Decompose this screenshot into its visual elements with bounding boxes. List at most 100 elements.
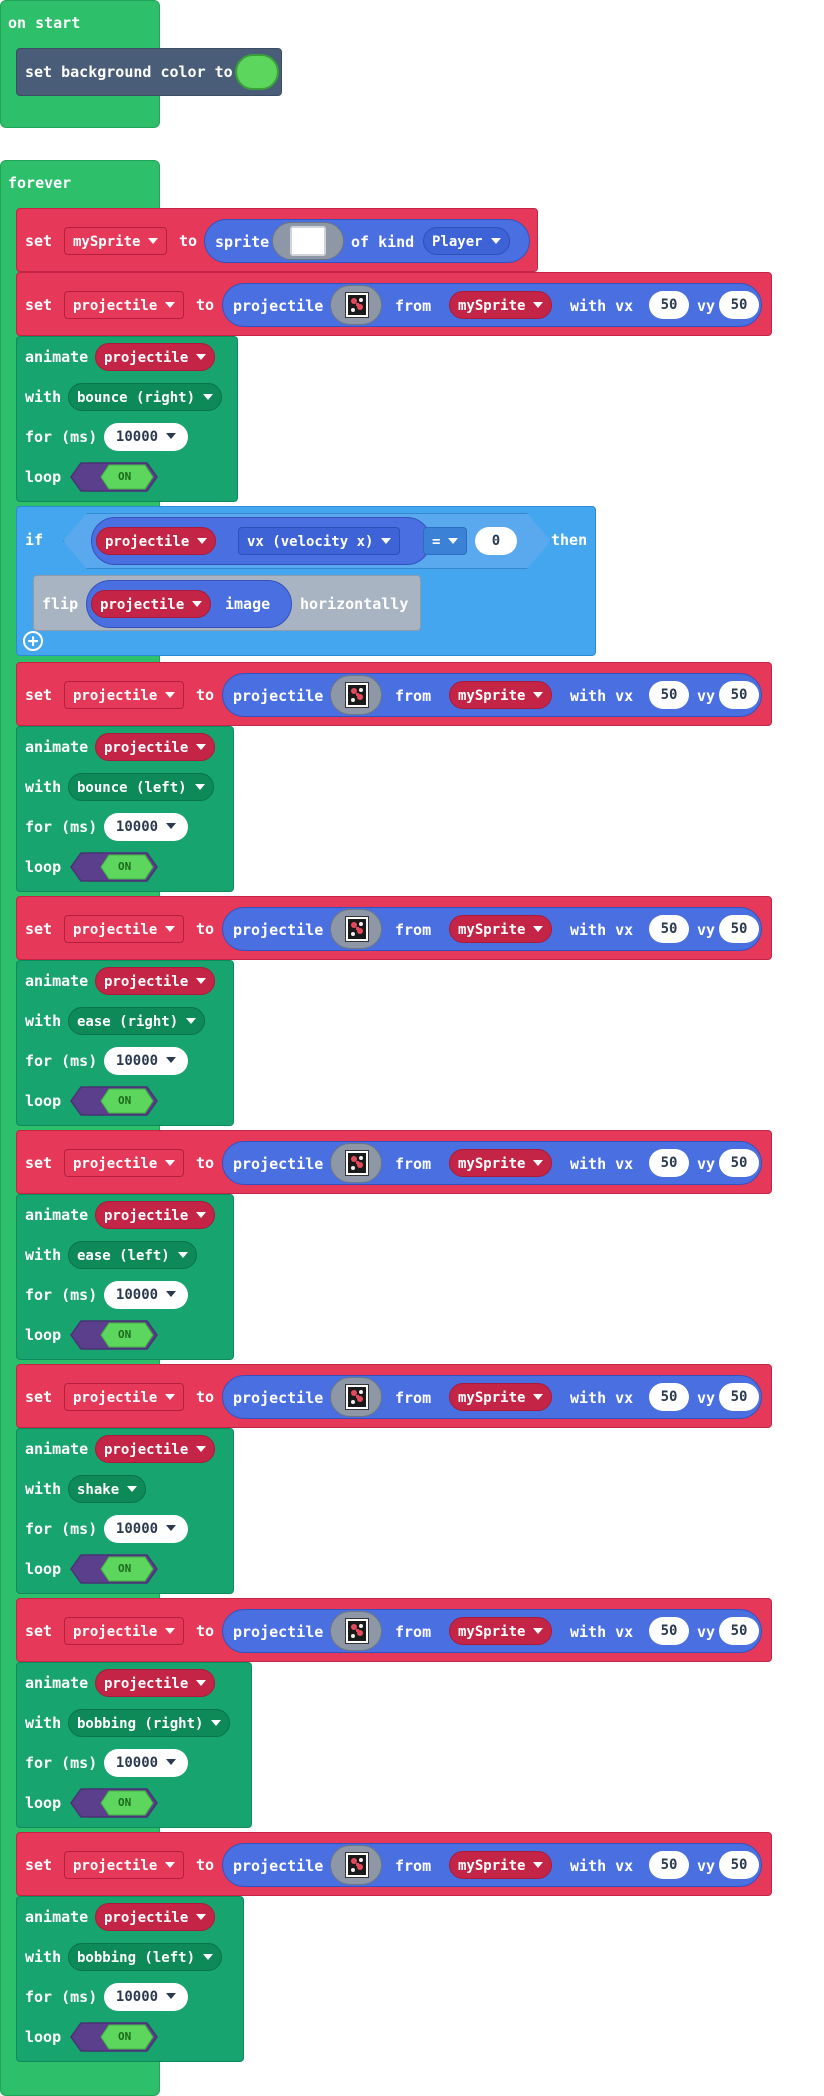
projectile-from-reporter[interactable]: projectile from mySprite with vx 50 vy 5… (222, 283, 762, 327)
vy-input[interactable]: 50 (719, 1617, 759, 1645)
projectile-image-slot[interactable] (330, 675, 382, 715)
flip-variable-dropdown[interactable]: projectile (91, 590, 212, 618)
animate-block[interactable]: animate projectile with shake for (ms) 1… (16, 1428, 234, 1594)
vy-input[interactable]: 50 (719, 681, 759, 709)
vx-input[interactable]: 50 (649, 291, 689, 319)
projectile-from-reporter[interactable]: projectile from mySprite with vx 50 vy 5… (222, 1375, 762, 1419)
set-projectile-block[interactable]: set projectile to projectile from mySpri… (16, 1364, 772, 1428)
from-sprite-dropdown[interactable]: mySprite (449, 1617, 553, 1645)
from-sprite-dropdown[interactable]: mySprite (449, 1149, 553, 1177)
from-sprite-dropdown[interactable]: mySprite (449, 1851, 553, 1879)
duration-dropdown[interactable]: 10000 (104, 1047, 188, 1075)
loop-toggle[interactable]: ON (69, 1553, 158, 1584)
animate-block[interactable]: animate projectile with bounce (left) fo… (16, 726, 234, 892)
animation-dropdown[interactable]: bounce (left) (68, 773, 214, 801)
if-then-block[interactable]: if projectile vx (velocity x) = 0 then f… (16, 506, 596, 656)
projectile-image-slot[interactable] (330, 1845, 382, 1885)
animate-variable-dropdown[interactable]: projectile (95, 1435, 216, 1463)
vx-input[interactable]: 50 (649, 1617, 689, 1645)
animate-block[interactable]: animate projectile with bounce (right) f… (16, 336, 238, 502)
projectile-variable-dropdown[interactable]: projectile (64, 1851, 185, 1879)
property-dropdown[interactable]: vx (velocity x) (238, 527, 401, 555)
sprite-image-slot[interactable] (272, 222, 344, 260)
kind-dropdown[interactable]: Player (423, 227, 510, 255)
animate-block[interactable]: animate projectile with bobbing (left) f… (16, 1896, 244, 2062)
loop-toggle[interactable]: ON (69, 851, 158, 882)
animate-variable-dropdown[interactable]: projectile (95, 1201, 216, 1229)
from-sprite-dropdown[interactable]: mySprite (449, 915, 553, 943)
animation-dropdown[interactable]: bounce (right) (68, 383, 223, 411)
duration-dropdown[interactable]: 10000 (104, 1749, 188, 1777)
animation-dropdown[interactable]: shake (68, 1475, 147, 1503)
animation-dropdown[interactable]: bobbing (left) (68, 1943, 223, 1971)
projectile-from-reporter[interactable]: projectile from mySprite with vx 50 vy 5… (222, 907, 762, 951)
set-background-color-block[interactable]: set background color to (16, 48, 282, 96)
animate-variable-dropdown[interactable]: projectile (95, 343, 216, 371)
animate-block[interactable]: animate projectile with ease (left) for … (16, 1194, 234, 1360)
vx-input[interactable]: 50 (649, 1851, 689, 1879)
set-mysprite-block[interactable]: set mySprite to sprite of kind Player (16, 208, 538, 272)
projectile-image-slot[interactable] (330, 909, 382, 949)
duration-dropdown[interactable]: 10000 (104, 813, 188, 841)
set-projectile-block[interactable]: set projectile to projectile from mySpri… (16, 1832, 772, 1896)
set-projectile-block[interactable]: set projectile to projectile from mySpri… (16, 1130, 772, 1194)
vy-input[interactable]: 50 (719, 915, 759, 943)
animation-dropdown[interactable]: bobbing (right) (68, 1709, 231, 1737)
projectile-from-reporter[interactable]: projectile from mySprite with vx 50 vy 5… (222, 1843, 762, 1887)
animate-variable-dropdown[interactable]: projectile (95, 733, 216, 761)
vy-input[interactable]: 50 (719, 1851, 759, 1879)
from-sprite-dropdown[interactable]: mySprite (449, 681, 553, 709)
flip-image-block[interactable]: flip projectile image horizontally (33, 575, 421, 631)
animation-dropdown[interactable]: ease (left) (68, 1241, 197, 1269)
velocity-reporter[interactable]: projectile vx (velocity x) (91, 517, 431, 565)
vx-input[interactable]: 50 (649, 915, 689, 943)
projectile-image-slot[interactable] (330, 285, 382, 325)
projectile-variable-dropdown[interactable]: projectile (64, 681, 185, 709)
animate-variable-dropdown[interactable]: projectile (95, 967, 216, 995)
vy-input[interactable]: 50 (719, 291, 759, 319)
operator-dropdown[interactable]: = (423, 527, 468, 555)
loop-toggle[interactable]: ON (69, 1319, 158, 1350)
projectile-variable-dropdown[interactable]: projectile (64, 1149, 185, 1177)
projectile-variable-dropdown[interactable]: projectile (64, 1617, 185, 1645)
background-color-swatch[interactable] (235, 54, 279, 90)
animate-block[interactable]: animate projectile with bobbing (right) … (16, 1662, 252, 1828)
duration-dropdown[interactable]: 10000 (104, 1983, 188, 2011)
projectile-from-reporter[interactable]: projectile from mySprite with vx 50 vy 5… (222, 673, 762, 717)
mysprite-variable-dropdown[interactable]: mySprite (64, 227, 168, 255)
projectile-variable-dropdown[interactable]: projectile (64, 1383, 185, 1411)
vx-input[interactable]: 50 (649, 1383, 689, 1411)
sprite-of-kind-reporter[interactable]: sprite of kind Player (204, 219, 530, 263)
vx-input[interactable]: 50 (649, 681, 689, 709)
set-projectile-block[interactable]: set projectile to projectile from mySpri… (16, 272, 772, 336)
add-branch-icon[interactable]: + (23, 631, 43, 651)
set-projectile-block[interactable]: set projectile to projectile from mySpri… (16, 662, 772, 726)
loop-toggle[interactable]: ON (69, 461, 158, 492)
image-of-reporter[interactable]: projectile image (86, 580, 292, 628)
projectile-variable-dropdown[interactable]: projectile (64, 915, 185, 943)
duration-dropdown[interactable]: 10000 (104, 1515, 188, 1543)
vx-input[interactable]: 50 (649, 1149, 689, 1177)
animate-variable-dropdown[interactable]: projectile (95, 1669, 216, 1697)
duration-dropdown[interactable]: 10000 (104, 423, 188, 451)
projectile-image-slot[interactable] (330, 1611, 382, 1651)
animate-variable-dropdown[interactable]: projectile (95, 1903, 216, 1931)
duration-dropdown[interactable]: 10000 (104, 1281, 188, 1309)
loop-toggle[interactable]: ON (69, 1085, 158, 1116)
loop-toggle[interactable]: ON (69, 2021, 158, 2052)
set-projectile-block[interactable]: set projectile to projectile from mySpri… (16, 896, 772, 960)
set-projectile-block[interactable]: set projectile to projectile from mySpri… (16, 1598, 772, 1662)
projectile-image-slot[interactable] (330, 1377, 382, 1417)
animate-block[interactable]: animate projectile with ease (right) for… (16, 960, 234, 1126)
from-sprite-dropdown[interactable]: mySprite (449, 1383, 553, 1411)
loop-toggle[interactable]: ON (69, 1787, 158, 1818)
vy-input[interactable]: 50 (719, 1149, 759, 1177)
projectile-variable-dropdown[interactable]: projectile (96, 527, 217, 555)
animation-dropdown[interactable]: ease (right) (68, 1007, 206, 1035)
from-sprite-dropdown[interactable]: mySprite (449, 291, 553, 319)
projectile-variable-dropdown[interactable]: projectile (64, 291, 185, 319)
projectile-image-slot[interactable] (330, 1143, 382, 1183)
compare-value-input[interactable]: 0 (475, 527, 517, 555)
projectile-from-reporter[interactable]: projectile from mySprite with vx 50 vy 5… (222, 1141, 762, 1185)
projectile-from-reporter[interactable]: projectile from mySprite with vx 50 vy 5… (222, 1609, 762, 1653)
